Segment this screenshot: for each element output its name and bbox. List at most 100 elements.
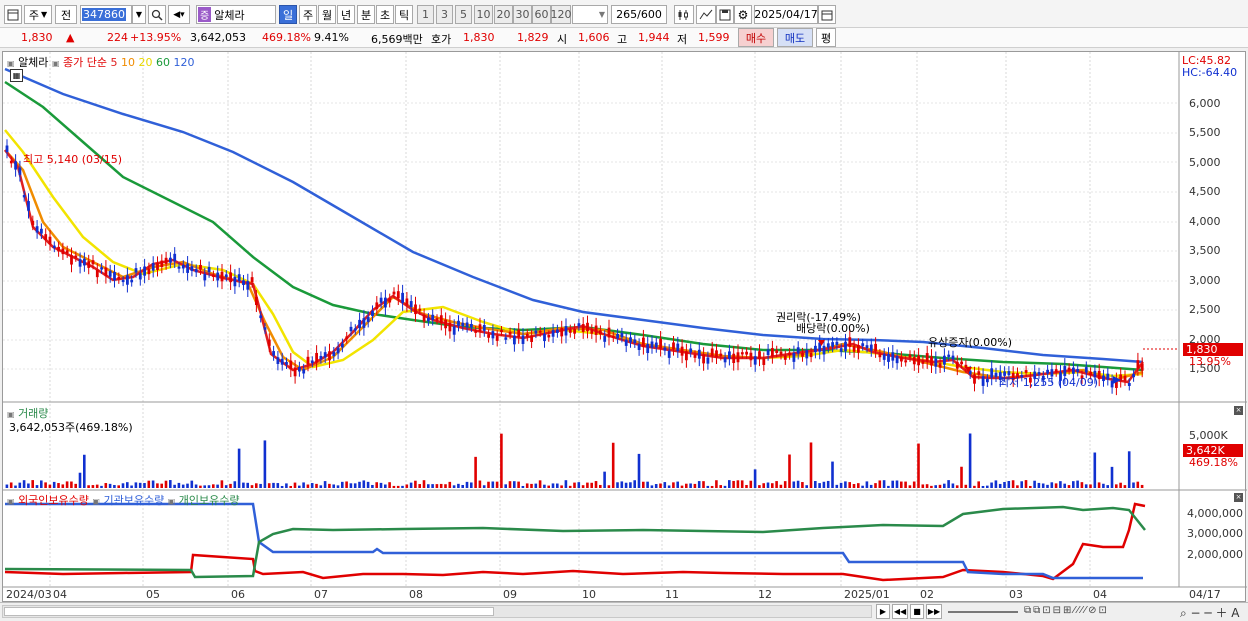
code-dropdown-icon[interactable]: ▼ <box>132 5 146 24</box>
candle <box>624 339 628 346</box>
event-label: 배당락(0.00%) <box>796 322 870 335</box>
stop-icon[interactable]: ■ <box>910 604 924 619</box>
volume-bar <box>917 443 920 488</box>
volume-bar <box>882 480 886 488</box>
volume-pane-close-icon[interactable]: × <box>1234 406 1243 415</box>
volume-bar <box>805 485 808 488</box>
x-tick: 04 <box>1093 588 1107 601</box>
volume-ratio: 469.18% <box>262 31 311 44</box>
period-day-button[interactable]: 일 <box>279 5 297 24</box>
sell-button[interactable]: 매도 <box>777 28 813 47</box>
candle <box>130 279 134 283</box>
candle <box>616 334 619 339</box>
mode-select[interactable]: 주 ▼ <box>24 5 52 24</box>
volume-bar <box>1054 483 1058 488</box>
volume-bar <box>994 480 998 488</box>
candle <box>650 341 654 348</box>
forward-icon[interactable]: ▶▶ <box>926 604 942 619</box>
chart-tools-icon[interactable]: ⧉⧉⊡⊟⊞⁄⁄⁄⁄⊘⊡ <box>1024 605 1174 619</box>
volume-bar <box>586 482 589 488</box>
collapse-icon[interactable]: ▣ <box>7 497 15 506</box>
rewind-icon[interactable]: ◀◀ <box>892 604 908 619</box>
buy-button[interactable]: 매수 <box>738 28 774 47</box>
candle <box>994 372 998 377</box>
interval-1-button[interactable]: 1 <box>417 5 434 24</box>
candle <box>491 331 495 339</box>
volume-bar <box>1097 482 1101 488</box>
interval-60-button[interactable]: 60 <box>532 5 551 24</box>
holdings-pane-close-icon[interactable]: × <box>1234 493 1243 502</box>
interval-20-button[interactable]: 20 <box>494 5 513 24</box>
interval-3-button[interactable]: 3 <box>436 5 453 24</box>
collapse-icon[interactable]: ▣ <box>52 59 60 68</box>
candle <box>538 330 542 333</box>
volume-bar <box>366 481 370 488</box>
volume-bar <box>624 482 628 488</box>
date-field[interactable]: 2025/04/17 <box>754 5 818 24</box>
candle <box>177 266 181 269</box>
volume-bar <box>676 481 679 488</box>
volume-bar <box>482 485 486 488</box>
play-icon[interactable]: ▶ <box>876 604 890 619</box>
zoom-out-icon[interactable]: ⌕ − ─ ＋ A <box>1180 604 1239 621</box>
volume-bar <box>900 481 903 488</box>
candle <box>642 337 645 347</box>
volume-bar <box>577 482 581 488</box>
volume-bar <box>224 485 228 488</box>
sound-icon[interactable]: ◀▾ <box>168 5 190 24</box>
prev-button[interactable]: 전 <box>55 5 77 24</box>
stock-name-field[interactable]: 증 알체라 <box>196 5 276 24</box>
interval-120-button[interactable]: 120 <box>551 5 572 24</box>
ma5-label: 5 <box>110 56 118 69</box>
custom-interval-select[interactable]: ▼ <box>572 5 608 24</box>
volume-bar <box>35 485 39 488</box>
calendar-icon[interactable] <box>818 5 836 24</box>
window-menu-icon[interactable] <box>4 5 22 24</box>
gear-icon[interactable]: ⚙ <box>734 5 752 24</box>
candle <box>603 336 607 342</box>
candle <box>908 354 912 358</box>
volume-bar <box>405 484 409 488</box>
interval-5-button[interactable]: 5 <box>455 5 472 24</box>
evaluate-button[interactable]: 평 <box>816 28 836 47</box>
chart-canvas[interactable] <box>3 52 1247 603</box>
candle <box>938 363 942 368</box>
candle-icon[interactable] <box>674 5 694 24</box>
candle <box>237 274 241 281</box>
volume-bar <box>1050 482 1054 488</box>
volume-bar <box>904 481 907 488</box>
period-week-button[interactable]: 주 <box>299 5 317 24</box>
collapse-icon[interactable]: ▣ <box>7 410 15 419</box>
candle <box>680 346 684 356</box>
candle <box>637 344 641 350</box>
chart-area[interactable]: ▣ 알체라 ▣ 종가 단순 5 10 20 60 120 ▦ LC:45.82 … <box>2 51 1247 603</box>
speed-slider[interactable] <box>948 611 1018 613</box>
interval-10-button[interactable]: 10 <box>474 5 493 24</box>
volume-bar <box>194 484 198 488</box>
candle <box>801 352 804 357</box>
chart-settings-icon[interactable]: ▦ <box>10 69 23 82</box>
data-count-field[interactable]: 265/600 <box>611 5 667 24</box>
save-icon[interactable] <box>716 5 734 24</box>
collapse-icon[interactable]: ▣ <box>7 59 15 68</box>
period-tick-button[interactable]: 틱 <box>395 5 413 24</box>
cursor-icon[interactable] <box>696 5 716 24</box>
period-second-button[interactable]: 초 <box>376 5 394 24</box>
candle <box>504 337 508 340</box>
period-minute-button[interactable]: 분 <box>357 5 375 24</box>
scroll-thumb[interactable] <box>4 607 494 616</box>
institution-holdings-line <box>5 502 1143 580</box>
collapse-icon[interactable]: ▣ <box>168 497 176 506</box>
volume-bar <box>960 466 963 488</box>
search-icon[interactable] <box>148 5 166 24</box>
stock-code-input[interactable]: 347860 <box>80 5 132 24</box>
candle <box>40 228 43 234</box>
period-month-button[interactable]: 월 <box>318 5 336 24</box>
period-year-button[interactable]: 년 <box>337 5 355 24</box>
collapse-icon[interactable]: ▣ <box>92 497 100 506</box>
candle <box>272 351 275 356</box>
candle <box>375 302 379 310</box>
volume-bar <box>1084 484 1088 488</box>
volume-bar <box>341 481 344 488</box>
interval-30-button[interactable]: 30 <box>513 5 532 24</box>
